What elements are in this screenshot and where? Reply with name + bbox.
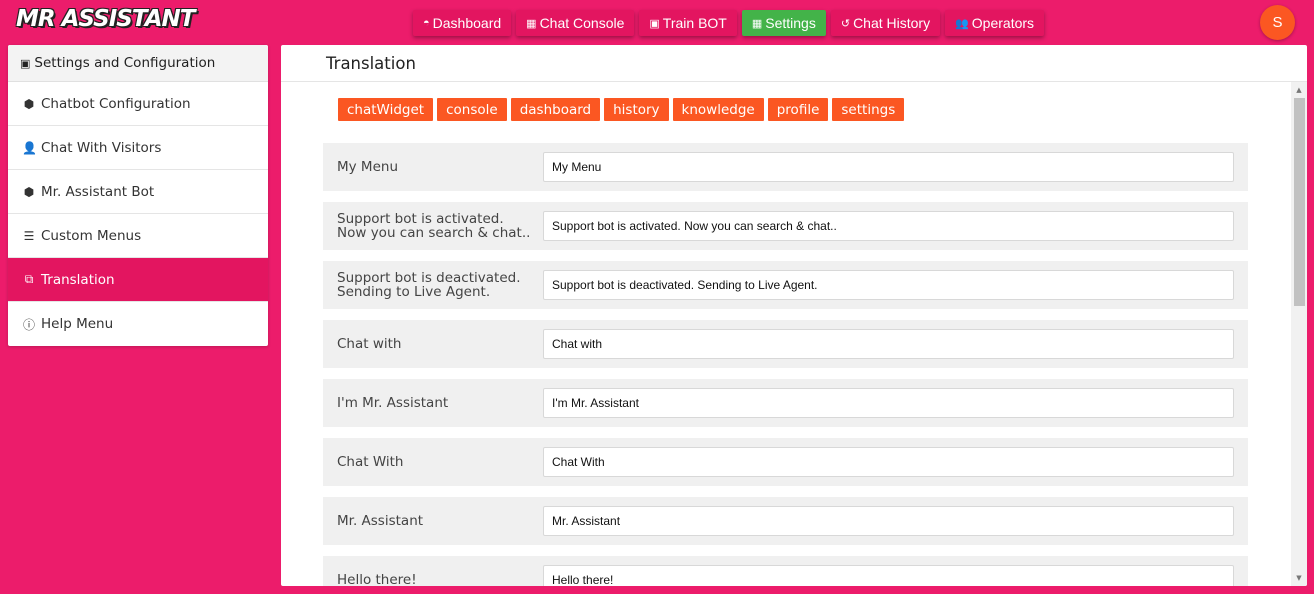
translation-row: I'm Mr. Assistant: [323, 379, 1248, 427]
nav-label: Operators: [971, 15, 1035, 31]
translation-source-label: I'm Mr. Assistant: [337, 395, 449, 411]
sidebar-item-chatbot-configuration[interactable]: ⬢ Chatbot Configuration: [8, 82, 268, 126]
nav-label: Chat History: [853, 15, 931, 31]
users-icon: 👥: [955, 17, 969, 30]
sidebar-item-mr-assistant-bot[interactable]: ⬢ Mr. Assistant Bot: [8, 170, 268, 214]
nav-label: Train BOT: [662, 15, 727, 31]
sidebar-item-chat-with-visitors[interactable]: 👤 Chat With Visitors: [8, 126, 268, 170]
translation-category-tags: chatWidget console dashboard history knowled…: [338, 98, 905, 121]
sidebar-header: ▣ Settings and Configuration: [8, 45, 268, 82]
nav-chat-history-button[interactable]: ↺ Chat History: [830, 10, 941, 36]
tag-dashboard[interactable]: dashboard: [510, 98, 601, 121]
grid-icon: ▦: [526, 17, 537, 30]
translation-input[interactable]: [543, 388, 1234, 418]
sidebar-item-label: Help Menu: [41, 316, 114, 332]
nav-label: Chat Console: [539, 15, 625, 31]
translation-source-label: Chat with: [337, 336, 402, 352]
translate-icon: ⧉: [24, 272, 34, 286]
translation-row: Support bot is activated. Now you can se…: [323, 202, 1248, 250]
nav-label: Settings: [765, 15, 816, 31]
translation-source-label: Mr. Assistant: [337, 513, 424, 529]
translation-rows: My Menu Support bot is activated. Now you…: [323, 143, 1248, 586]
tag-settings[interactable]: settings: [832, 98, 905, 121]
page-title: Translation: [281, 45, 1307, 82]
list-icon: ☰: [23, 228, 35, 243]
nav-operators-button[interactable]: 👥 Operators: [945, 10, 1045, 36]
translation-source-label: Support bot is activated. Now you can se…: [337, 211, 531, 241]
translation-panel: Translation chatWidget console dashboard hi…: [281, 45, 1307, 586]
user-avatar[interactable]: S: [1260, 5, 1295, 40]
app-logo: MR ASSISTANT: [16, 6, 195, 32]
translation-input[interactable]: [543, 211, 1234, 241]
tag-console[interactable]: console: [437, 98, 507, 121]
hexagon-icon: ⬢: [23, 96, 35, 111]
user-icon: 👤: [22, 140, 37, 155]
translation-row: My Menu: [323, 143, 1248, 191]
tag-knowledge[interactable]: knowledge: [672, 98, 764, 121]
gauge-icon: ◓: [423, 17, 430, 29]
translation-input[interactable]: [543, 506, 1234, 536]
robot-icon: ▣: [649, 17, 660, 30]
settings-icon: ▦: [751, 17, 763, 30]
settings-sidebar: ▣ Settings and Configuration ⬢ Chatbot Co…: [8, 45, 268, 346]
translation-row: Mr. Assistant: [323, 497, 1248, 545]
settings-icon: ▣: [20, 56, 31, 70]
history-icon: ↺: [840, 17, 851, 30]
translation-source-label: Hello there!: [337, 572, 417, 586]
translation-input[interactable]: [543, 565, 1234, 586]
scroll-up-icon[interactable]: ▲: [1291, 82, 1307, 98]
tag-history[interactable]: history: [604, 98, 669, 121]
sidebar-header-title: Settings and Configuration: [34, 55, 216, 71]
nav-chat-console-button[interactable]: ▦ Chat Console: [516, 10, 635, 36]
nav-train-bot-button[interactable]: ▣ Train BOT: [639, 10, 737, 36]
translation-input[interactable]: [543, 329, 1234, 359]
sidebar-item-translation[interactable]: ⧉ Translation: [8, 258, 268, 302]
scrollbar-thumb[interactable]: [1294, 98, 1305, 306]
top-navigation: ◓ Dashboard ▦ Chat Console ▣ Train BOT ▦ Settin…: [413, 10, 1045, 36]
sidebar-item-help-menu[interactable]: ⓘ Help Menu: [8, 302, 268, 346]
translation-input[interactable]: [543, 270, 1234, 300]
help-icon: ⓘ: [22, 317, 35, 332]
translation-row: Hello there!: [323, 556, 1248, 586]
translation-row: Support bot is deactivated. Sending to L…: [323, 261, 1248, 309]
translation-source-label: My Menu: [337, 159, 398, 175]
scroll-down-icon[interactable]: ▼: [1291, 570, 1307, 586]
translation-row: Chat with: [323, 320, 1248, 368]
translation-input[interactable]: [543, 152, 1234, 182]
sidebar-item-label: Chatbot Configuration: [41, 95, 191, 112]
translation-source-label: Chat With: [337, 454, 404, 470]
sidebar-item-label: Mr. Assistant Bot: [41, 183, 155, 200]
nav-settings-button[interactable]: ▦ Settings: [741, 10, 826, 36]
sidebar-item-label: Translation: [41, 271, 115, 288]
vertical-scrollbar[interactable]: ▲ ▼: [1291, 82, 1307, 586]
nav-dashboard-button[interactable]: ◓ Dashboard: [413, 10, 512, 36]
sidebar-item-custom-menus[interactable]: ☰ Custom Menus: [8, 214, 268, 258]
hexagon-icon: ⬢: [23, 184, 35, 199]
tag-profile[interactable]: profile: [767, 98, 829, 121]
nav-label: Dashboard: [432, 15, 502, 31]
translation-content: chatWidget console dashboard history knowled…: [281, 82, 1291, 586]
sidebar-item-label: Custom Menus: [41, 227, 142, 244]
translation-input[interactable]: [543, 447, 1234, 477]
sidebar-item-label: Chat With Visitors: [41, 139, 162, 156]
translation-row: Chat With: [323, 438, 1248, 486]
tag-chatwidget[interactable]: chatWidget: [338, 98, 434, 121]
translation-source-label: Support bot is deactivated. Sending to L…: [337, 270, 521, 300]
